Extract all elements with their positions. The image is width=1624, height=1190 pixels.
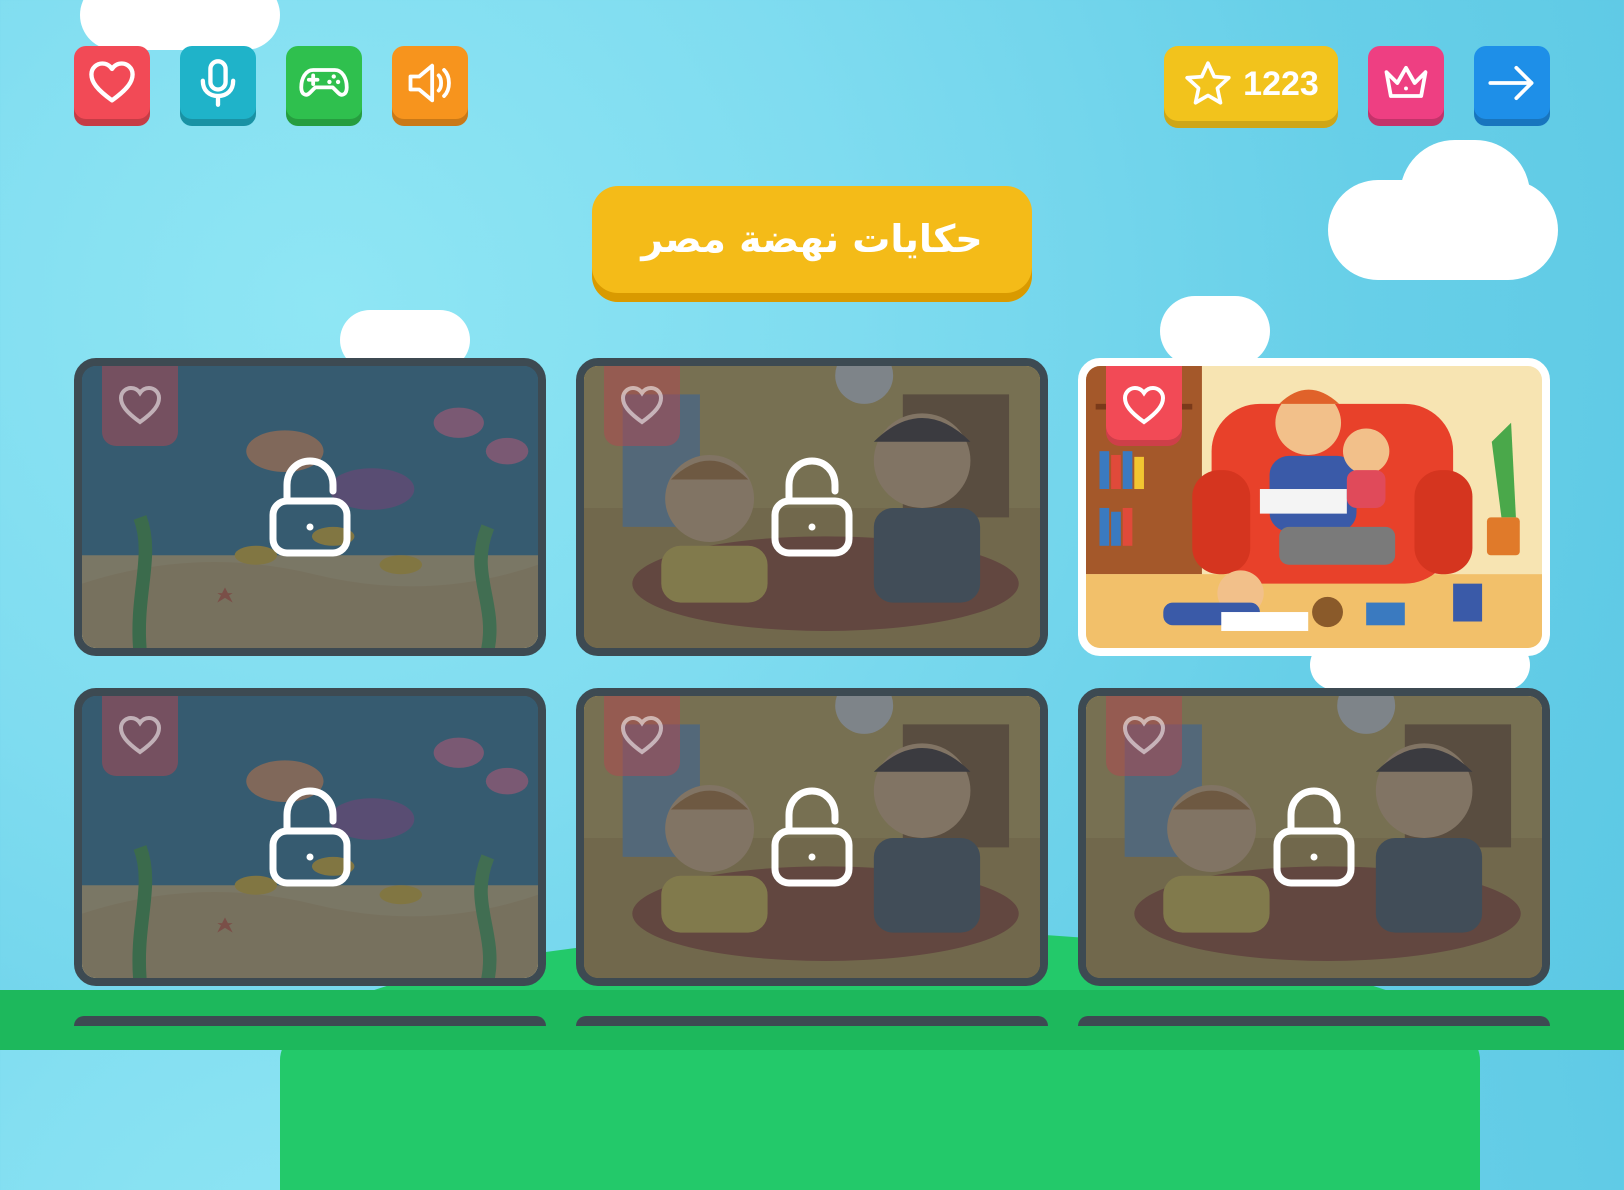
lock-icon [771,457,853,557]
star-icon [1185,61,1231,105]
favorites-button[interactable] [74,46,150,126]
heart-icon [118,385,162,425]
arrow-right-icon [1488,65,1534,101]
cloud-decoration [1160,296,1270,366]
microphone-icon [200,59,236,107]
story-card[interactable] [74,358,546,656]
page-title: حكايات نهضة مصر [641,217,983,261]
story-card[interactable] [576,358,1048,656]
favorite-button[interactable] [604,366,680,446]
premium-button[interactable] [1368,46,1444,126]
score-badge[interactable]: 1223 [1164,46,1338,128]
lock-icon [771,787,853,887]
lock-icon [269,787,351,887]
crown-icon [1384,65,1428,98]
favorite-button[interactable] [1106,696,1182,776]
favorite-button[interactable] [102,696,178,776]
lock-icon [269,457,351,557]
favorite-button[interactable] [604,696,680,776]
heart-icon [118,715,162,755]
favorite-button[interactable] [1106,366,1182,446]
story-card[interactable] [1078,688,1550,986]
microphone-button[interactable] [180,46,256,126]
speaker-icon [408,63,451,103]
story-card[interactable] [74,688,546,986]
story-card-partial[interactable] [1078,1016,1550,1026]
story-card-partial[interactable] [576,1016,1048,1026]
heart-icon [1122,385,1166,425]
heart-icon [1122,715,1166,755]
story-card-partial[interactable] [74,1016,546,1026]
lock-icon [1273,787,1355,887]
sound-button[interactable] [392,46,468,126]
heart-icon [89,61,135,103]
gamepad-icon [299,68,349,97]
page-title-banner: حكايات نهضة مصر [592,186,1032,302]
story-card[interactable] [576,688,1048,986]
score-value: 1223 [1243,64,1319,103]
exit-button[interactable] [1474,46,1550,126]
story-card[interactable] [1078,358,1550,656]
favorite-button[interactable] [102,366,178,446]
cloud-decoration [1400,140,1530,250]
cloud-decoration [80,0,280,50]
heart-icon [620,715,664,755]
heart-icon [620,385,664,425]
games-button[interactable] [286,46,362,126]
